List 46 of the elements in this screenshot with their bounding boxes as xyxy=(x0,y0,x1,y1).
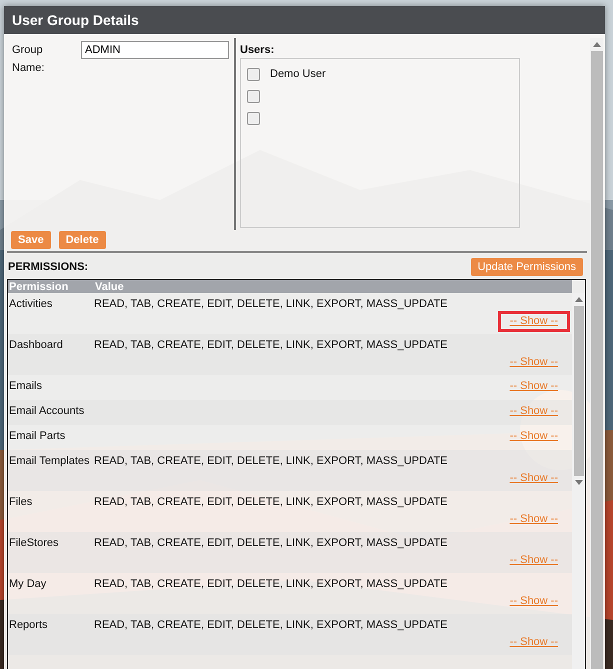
action-button[interactable]: Delete xyxy=(58,231,106,249)
table-cell-text: FileStores xyxy=(8,537,60,550)
table-cell-text: READ, TAB, CREATE, EDIT, DELETE, LINK, EXPORT, MASS_UPDATE xyxy=(94,619,449,632)
table-cell-text: Emails xyxy=(8,380,44,393)
scroll-down-icon[interactable] xyxy=(574,480,582,485)
checkbox[interactable] xyxy=(247,112,260,124)
section-label: PERMISSIONS: xyxy=(8,261,88,273)
show-link[interactable]: -- Show -- xyxy=(510,405,558,417)
table-cell-text: READ, TAB, CREATE, EDIT, DELETE, LINK, EXPORT, MASS_UPDATE xyxy=(94,578,449,591)
table-cell-text: Email Templates xyxy=(8,455,90,468)
table-cell-text: My Day xyxy=(8,578,48,591)
show-link[interactable]: -- Show -- xyxy=(510,430,558,442)
show-link[interactable]: -- Show -- xyxy=(510,595,558,607)
show-link[interactable]: -- Show -- xyxy=(510,554,558,566)
scroll-up-icon[interactable] xyxy=(592,42,600,47)
show-link[interactable]: -- Show -- xyxy=(510,356,558,368)
table-cell-text: Email Accounts xyxy=(8,405,86,418)
scrollbar[interactable] xyxy=(590,38,603,669)
table-cell-text: Activities xyxy=(8,298,54,311)
table-cell-text: Files xyxy=(8,496,34,509)
table-cell-text: Email Parts xyxy=(8,430,66,443)
window-title: User Group Details xyxy=(12,12,139,28)
field-label: Group Name: xyxy=(12,43,46,76)
column-header: Value xyxy=(95,280,124,292)
show-link[interactable]: -- Show -- xyxy=(510,380,558,392)
table-cell-text: READ, TAB, CREATE, EDIT, DELETE, LINK, EXPORT, MASS_UPDATE xyxy=(94,455,449,468)
section-label: Users: xyxy=(240,44,276,56)
scroll-up-icon[interactable] xyxy=(574,297,582,302)
show-link[interactable]: -- Show -- xyxy=(510,315,558,327)
action-button[interactable]: Save xyxy=(11,231,51,249)
show-link[interactable]: -- Show -- xyxy=(510,636,558,648)
show-link[interactable]: -- Show -- xyxy=(510,513,558,525)
table-cell-text: READ, TAB, CREATE, EDIT, DELETE, LINK, EXPORT, MASS_UPDATE xyxy=(94,298,449,311)
scrollbar[interactable] xyxy=(572,293,585,669)
table-cell-text: READ, TAB, CREATE, EDIT, DELETE, LINK, EXPORT, MASS_UPDATE xyxy=(94,496,449,509)
column-header: Permission xyxy=(8,280,70,292)
table-cell-text: READ, TAB, CREATE, EDIT, DELETE, LINK, EXPORT, MASS_UPDATE xyxy=(94,537,449,550)
show-link[interactable]: -- Show -- xyxy=(510,472,558,484)
input-field[interactable]: ADMIN xyxy=(81,41,229,59)
table-cell-text: Dashboard xyxy=(8,339,64,352)
table-cell-text: READ, TAB, CREATE, EDIT, DELETE, LINK, EXPORT, MASS_UPDATE xyxy=(94,339,449,352)
update-permissions-button[interactable]: Update Permissions xyxy=(470,258,583,276)
user-name: Demo User xyxy=(270,68,326,80)
checkbox[interactable] xyxy=(247,68,260,80)
table-cell-text: Reports xyxy=(8,619,49,632)
checkbox[interactable] xyxy=(247,90,260,102)
